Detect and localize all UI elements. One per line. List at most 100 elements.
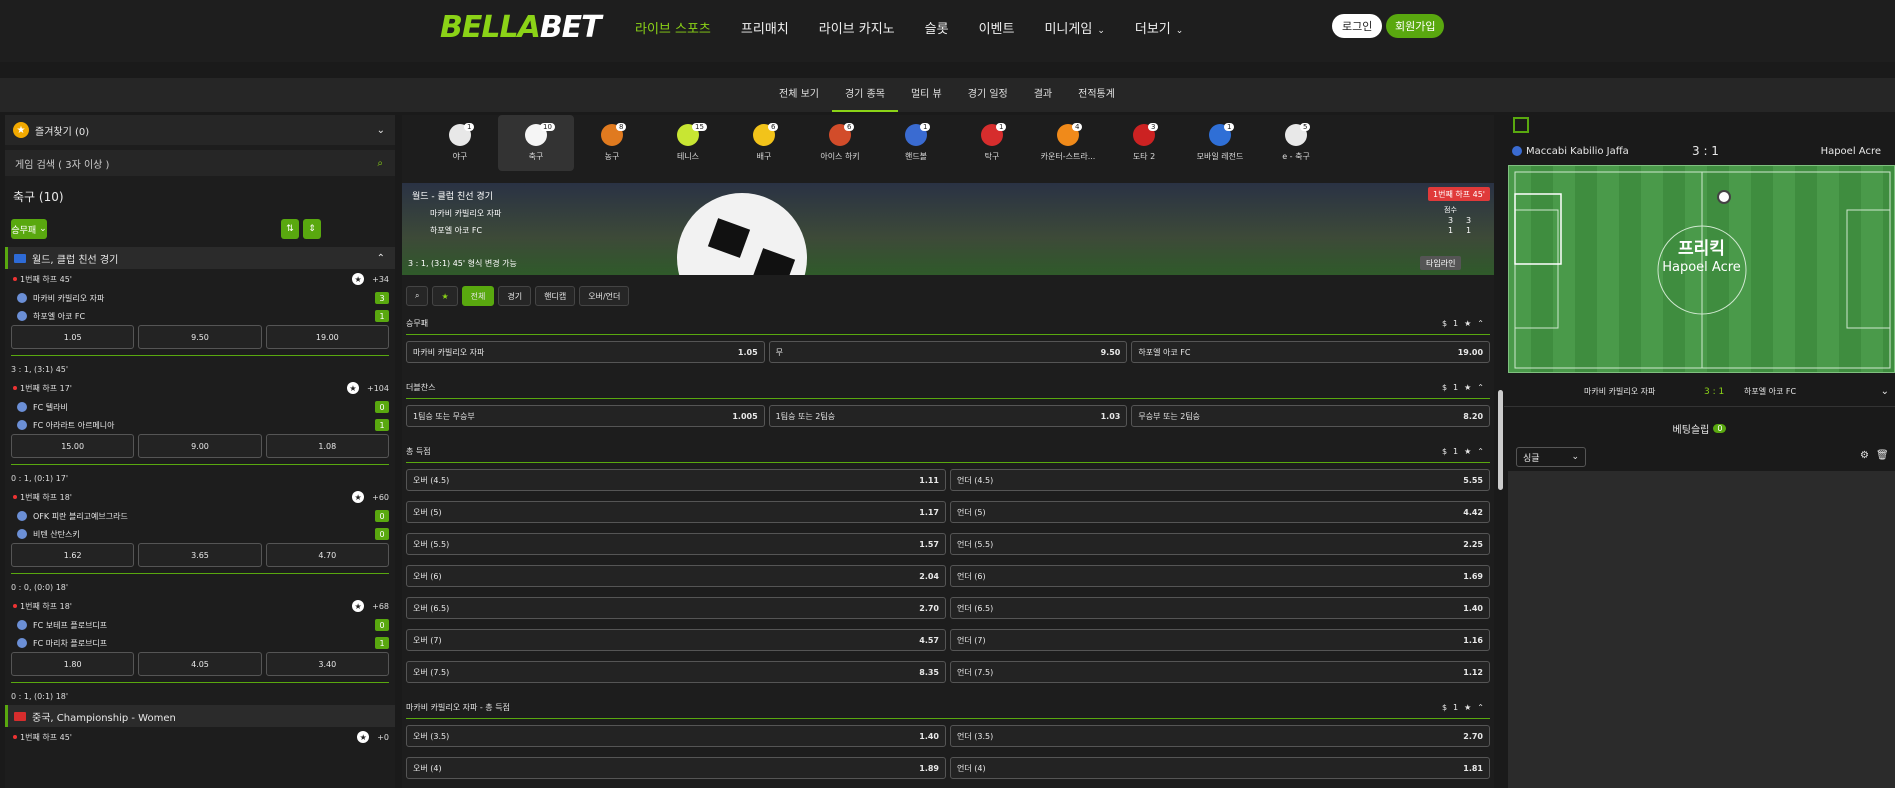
sport-tab[interactable]: 1 모바일 레전드 (1182, 115, 1258, 171)
odds-cell[interactable]: 오버 (7.5) 8.35 (406, 661, 946, 683)
market-header[interactable]: 마카비 카빌리오 자파 - 총 득점 $1 ★ ⌃ (406, 697, 1490, 719)
odds-button[interactable]: 1.08 (265, 434, 389, 458)
chevron-down-icon[interactable]: ⌄ (1881, 386, 1889, 397)
subnav-tab[interactable]: 전체 보기 (766, 78, 832, 112)
sport-tab[interactable]: 4 카운터-스트라... (1030, 115, 1106, 171)
nav-item[interactable]: 프리매치 (726, 18, 804, 37)
more-markets[interactable]: +0 (377, 733, 389, 742)
match-header[interactable]: 1번째 하프 18' ★ +68 (5, 596, 395, 616)
nav-item[interactable]: 이벤트 (964, 18, 1030, 37)
odds-button[interactable]: 1.80 (11, 652, 135, 676)
chevron-down-icon[interactable]: ⌄ (377, 125, 385, 136)
sport-tab[interactable]: 5 e - 축구 (1258, 115, 1334, 171)
odds-cell[interactable]: 언더 (7) 1.16 (950, 629, 1490, 651)
link-count[interactable]: 1 (1453, 319, 1458, 328)
chevron-up-icon[interactable]: ⌃ (1477, 319, 1484, 328)
settings-icon[interactable]: ⚙ (1860, 450, 1869, 461)
bet-mode-select[interactable]: 싱글 ⌄ (1516, 447, 1586, 467)
odds-button[interactable]: 15.00 (11, 434, 135, 458)
login-button[interactable]: 로그인 (1332, 14, 1383, 38)
match-header[interactable]: 1번째 하프 45' ★ +34 (5, 269, 395, 289)
sport-tab[interactable]: 1 탁구 (954, 115, 1030, 171)
star-filter-icon[interactable]: ★ (432, 286, 458, 306)
odds-cell[interactable]: 오버 (7) 4.57 (406, 629, 946, 651)
sport-tab[interactable]: 3 도타 2 (1106, 115, 1182, 171)
odds-button[interactable]: 1.62 (11, 543, 135, 567)
league-header[interactable]: 월드, 클럽 친선 경기 ⌃ (5, 247, 395, 269)
tab-match[interactable]: 경기 (498, 286, 532, 306)
center-scrollbar[interactable] (1498, 390, 1503, 490)
subnav-tab[interactable]: 멀티 뷰 (898, 78, 955, 112)
league-header[interactable]: 중국, Championship - Women (5, 705, 395, 727)
more-markets[interactable]: +104 (367, 384, 389, 393)
star-icon[interactable]: ★ (1464, 383, 1471, 392)
timeline-button[interactable]: 타임라인 (1420, 256, 1462, 270)
star-icon[interactable]: ★ (347, 382, 360, 394)
odds-cell[interactable]: 오버 (5) 1.17 (406, 501, 946, 523)
sport-tab[interactable]: 6 배구 (726, 115, 802, 171)
sport-tab[interactable]: 6 아이스 하키 (802, 115, 878, 171)
search-icon[interactable]: ⌕ (377, 158, 383, 169)
star-icon[interactable]: ★ (1464, 447, 1471, 456)
odds-button[interactable]: 3.40 (265, 652, 389, 676)
odds-cell[interactable]: 오버 (3.5) 1.40 (406, 725, 946, 747)
subnav-tab[interactable]: 전적통계 (1065, 78, 1128, 112)
dollar-icon[interactable]: $ (1442, 319, 1447, 328)
odds-cell[interactable]: 언더 (4.5) 5.55 (950, 469, 1490, 491)
odds-cell[interactable]: 오버 (5.5) 1.57 (406, 533, 946, 555)
nav-item[interactable]: 미니게임 ⌄ (1029, 18, 1119, 37)
nav-item[interactable]: 슬롯 (910, 18, 964, 37)
sport-tab[interactable]: 1 야구 (422, 115, 498, 171)
market-header[interactable]: 승무패 $1 ★ ⌃ (406, 313, 1490, 335)
match-header[interactable]: 1번째 하프 45' ★ +0 (5, 727, 395, 747)
odds-button[interactable]: 4.70 (265, 543, 389, 567)
link-count[interactable]: 1 (1453, 703, 1458, 712)
chevron-up-icon[interactable]: ⌃ (377, 253, 385, 264)
nav-item[interactable]: 라이브 카지노 (804, 18, 910, 37)
subnav-tab[interactable]: 경기 종목 (831, 78, 898, 112)
star-icon[interactable]: ★ (352, 491, 365, 503)
odds-cell[interactable]: 1팀승 또는 무승부 1.005 (406, 405, 765, 427)
market-header[interactable]: 총 득점 $1 ★ ⌃ (406, 441, 1490, 463)
odds-cell[interactable]: 언더 (3.5) 2.70 (950, 725, 1490, 747)
collapse-icon[interactable]: ⇕ (303, 219, 321, 239)
nav-item[interactable]: 더보기 ⌄ (1120, 18, 1198, 37)
odds-cell[interactable]: 언더 (6) 1.69 (950, 565, 1490, 587)
subnav-tab[interactable]: 경기 일정 (955, 78, 1021, 112)
odds-cell[interactable]: 하포엘 아코 FC 19.00 (1131, 341, 1491, 363)
sport-tab[interactable]: 15 테니스 (650, 115, 726, 171)
dollar-icon[interactable]: $ (1442, 447, 1447, 456)
join-button[interactable]: 회원가입 (1386, 14, 1445, 38)
odds-cell[interactable]: 무 9.50 (768, 341, 1128, 363)
subnav-tab[interactable]: 결과 (1021, 78, 1065, 112)
odds-button[interactable]: 1.05 (11, 325, 135, 349)
tab-over-under[interactable]: 오버/언더 (579, 286, 630, 306)
odds-cell[interactable]: 언더 (7.5) 1.12 (950, 661, 1490, 683)
odds-cell[interactable]: 언더 (5) 4.42 (950, 501, 1490, 523)
odds-cell[interactable]: 언더 (6.5) 1.40 (950, 597, 1490, 619)
star-icon[interactable]: ★ (1464, 703, 1471, 712)
search-icon[interactable]: ⌕ (406, 286, 429, 306)
match-header[interactable]: 1번째 하프 17' ★ +104 (5, 378, 395, 398)
dollar-icon[interactable]: $ (1442, 383, 1447, 392)
sport-tab[interactable]: 10 축구 (498, 115, 574, 171)
sport-tab[interactable]: 8 농구 (574, 115, 650, 171)
chevron-up-icon[interactable]: ⌃ (1477, 447, 1484, 456)
tab-handicap[interactable]: 핸디캡 (535, 286, 576, 306)
dollar-icon[interactable]: $ (1442, 703, 1447, 712)
link-count[interactable]: 1 (1453, 383, 1458, 392)
odds-button[interactable]: 19.00 (265, 325, 389, 349)
odds-cell[interactable]: 무승부 또는 2팀승 8.20 (1131, 405, 1491, 427)
nav-item[interactable]: 라이브 스포츠 (620, 18, 726, 37)
chevron-up-icon[interactable]: ⌃ (1477, 703, 1484, 712)
odds-cell[interactable]: 오버 (4.5) 1.11 (406, 469, 946, 491)
sort-icon[interactable]: ⇅ (281, 219, 299, 239)
match-header[interactable]: 1번째 하프 18' ★ +60 (5, 487, 395, 507)
game-search-input[interactable]: 게임 검색 ( 3자 이상 ) ⌕ (5, 150, 395, 176)
odds-cell[interactable]: 마카비 카빌리오 자파 1.05 (406, 341, 765, 363)
odds-cell[interactable]: 1팀승 또는 2팀승 1.03 (768, 405, 1128, 427)
more-markets[interactable]: +34 (372, 275, 389, 284)
brand-logo[interactable]: BELLABET (440, 10, 602, 45)
odds-button[interactable]: 9.00 (138, 434, 262, 458)
filter-dropdown[interactable]: 승무패 ⌄ (11, 219, 47, 239)
